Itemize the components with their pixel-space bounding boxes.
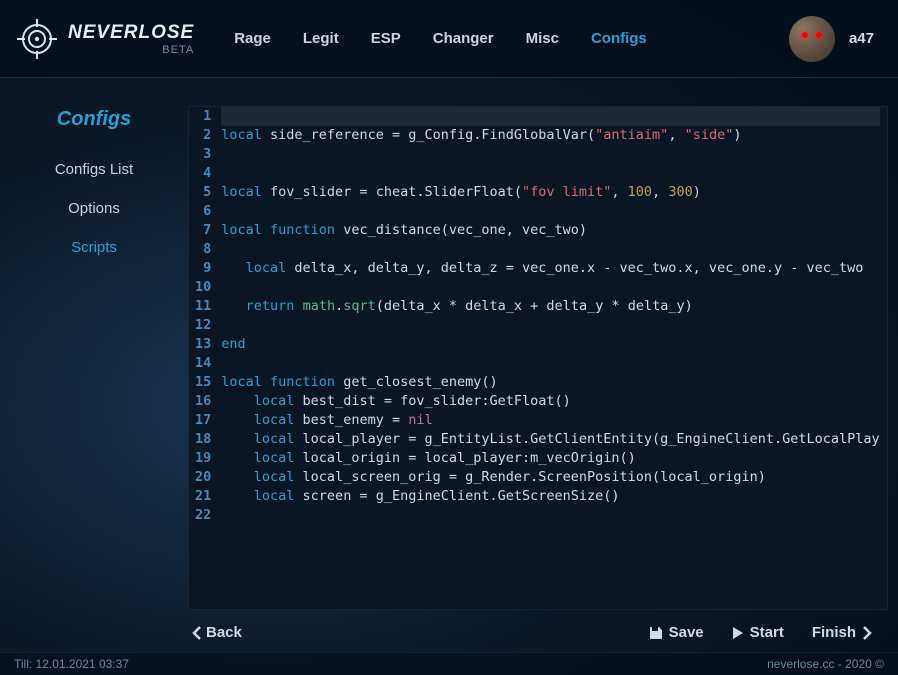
save-label: Save	[669, 624, 704, 641]
sidebar-title: Configs	[0, 108, 188, 131]
logo[interactable]: NEVERLOSE BETA	[16, 18, 194, 60]
avatar	[789, 16, 835, 62]
footer-status: Till: 12.01.2021 03:37	[14, 657, 129, 671]
nav-item-changer[interactable]: Changer	[433, 30, 494, 47]
code-editor[interactable]: 12345678910111213141516171819202122 loca…	[188, 106, 888, 610]
play-icon	[732, 626, 744, 640]
save-button[interactable]: Save	[649, 624, 704, 641]
chevron-right-icon	[862, 626, 872, 640]
nav-item-esp[interactable]: ESP	[371, 30, 401, 47]
nav-item-misc[interactable]: Misc	[526, 30, 559, 47]
crosshair-icon	[16, 18, 58, 60]
start-label: Start	[750, 624, 784, 641]
footer: Till: 12.01.2021 03:37 neverlose.cc - 20…	[0, 652, 898, 675]
finish-button[interactable]: Finish	[812, 624, 872, 641]
username: a47	[849, 30, 874, 47]
editor-toolbar: Back Save Start Finish	[188, 610, 888, 651]
sidebar-item-configs-list[interactable]: Configs List	[0, 161, 188, 178]
sidebar-item-options[interactable]: Options	[0, 200, 188, 217]
footer-copy: neverlose.cc - 2020 ©	[767, 657, 884, 671]
finish-label: Finish	[812, 624, 856, 641]
nav-item-configs[interactable]: Configs	[591, 30, 647, 47]
sidebar: Configs Configs List Options Scripts	[0, 78, 188, 651]
nav-item-rage[interactable]: Rage	[234, 30, 271, 47]
brand-tag: BETA	[162, 44, 194, 56]
chevron-left-icon	[192, 626, 202, 640]
back-label: Back	[206, 624, 242, 641]
main-nav: Rage Legit ESP Changer Misc Configs	[234, 30, 789, 47]
line-gutter: 12345678910111213141516171819202122	[189, 107, 221, 609]
code-area[interactable]: local side_reference = g_Config.FindGlob…	[221, 107, 883, 609]
save-icon	[649, 626, 663, 640]
nav-item-legit[interactable]: Legit	[303, 30, 339, 47]
header: NEVERLOSE BETA Rage Legit ESP Changer Misc Co…	[0, 0, 898, 78]
main-panel: 12345678910111213141516171819202122 loca…	[188, 78, 898, 651]
user-block[interactable]: a47	[789, 16, 874, 62]
start-button[interactable]: Start	[732, 624, 784, 641]
brand-name: NEVERLOSE	[68, 22, 194, 44]
back-button[interactable]: Back	[192, 624, 242, 641]
sidebar-item-scripts[interactable]: Scripts	[0, 239, 188, 256]
